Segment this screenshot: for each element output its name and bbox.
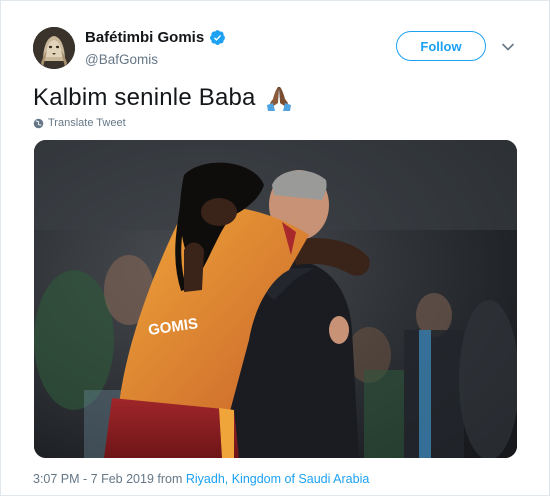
avatar-image [33,27,75,69]
tweet-text-content: Kalbim seninle Baba [33,84,256,111]
translate-label: Translate Tweet [48,117,126,129]
tweet-photo[interactable]: GOMIS [34,140,517,458]
user-name-row[interactable]: Bafétimbi Gomis [85,29,226,46]
display-name[interactable]: Bafétimbi Gomis [85,29,204,46]
tweet-card: Bafétimbi Gomis @BafGomis Follow Kalbim … [0,0,550,496]
tweet-meta: 3:07 PM - 7 Feb 2019 from Riyadh, Kingdo… [33,472,369,486]
tweet-location[interactable]: Riyadh, Kingdom of Saudi Arabia [186,472,369,486]
photo-image: GOMIS [34,140,517,458]
follow-button[interactable]: Follow [396,31,486,61]
translate-tweet-link[interactable]: Translate Tweet [33,117,126,129]
tweet-timestamp[interactable]: 3:07 PM - 7 Feb 2019 from [33,472,186,486]
verified-badge-icon [210,30,226,45]
folded-hands-emoji [266,87,291,111]
chevron-down-icon[interactable] [500,39,516,55]
tweet-text: Kalbim seninle Baba [33,83,294,113]
globe-icon [33,118,44,128]
user-handle[interactable]: @BafGomis [85,52,158,67]
avatar[interactable] [33,27,75,69]
